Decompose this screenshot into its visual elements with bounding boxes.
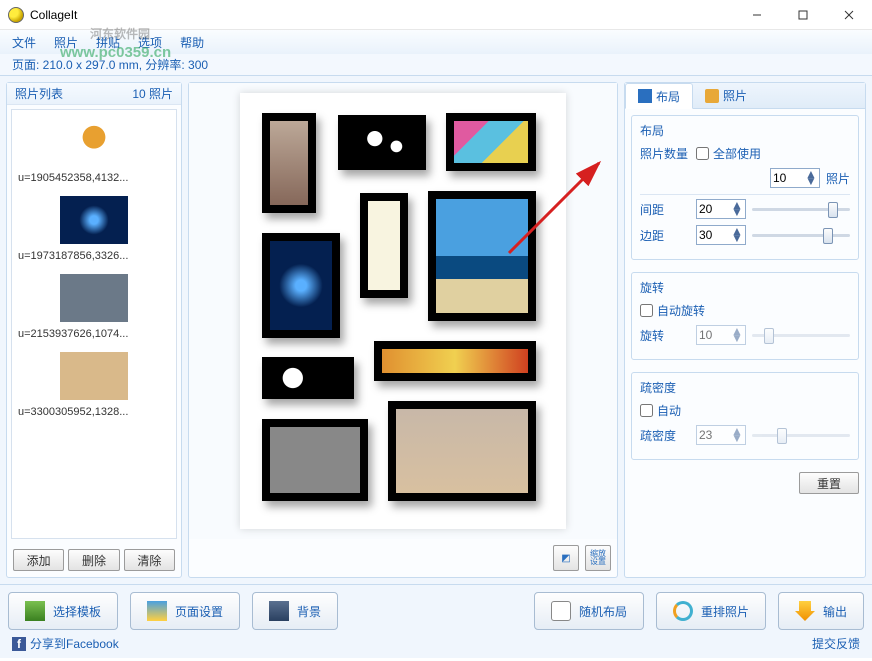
delete-button[interactable]: 删除: [68, 549, 119, 571]
rotate-input[interactable]: ▲▼: [696, 325, 746, 345]
add-button[interactable]: 添加: [13, 549, 64, 571]
menu-collage[interactable]: 拼贴: [88, 34, 128, 51]
margin-input[interactable]: ▲▼: [696, 225, 746, 245]
canvas[interactable]: [189, 83, 617, 539]
page-setup-button[interactable]: 页面设置: [130, 592, 240, 630]
canvas-panel: ◩ 缩放设置: [188, 82, 618, 578]
rearrange-button[interactable]: 重排照片: [656, 592, 766, 630]
photo-count-input[interactable]: ▲▼: [770, 168, 820, 188]
group-density: 疏密度 自动 疏密度 ▲▼: [631, 372, 859, 460]
page-info-bar: 页面: 210.0 x 297.0 mm, 分辨率: 300: [0, 54, 872, 76]
photo-count-label: 照片数量: [640, 145, 690, 162]
photos-icon: [705, 89, 719, 103]
density-input[interactable]: ▲▼: [696, 425, 746, 445]
collage-frame[interactable]: [262, 233, 340, 338]
thumbnail-image: [60, 352, 128, 400]
spacing-slider[interactable]: [752, 200, 850, 218]
collage-frame[interactable]: [262, 419, 368, 501]
menu-file[interactable]: 文件: [4, 34, 44, 51]
tab-layout[interactable]: 布局: [625, 83, 693, 109]
export-button[interactable]: 输出: [778, 592, 864, 630]
feedback-link[interactable]: 提交反馈: [812, 635, 860, 652]
close-button[interactable]: [826, 0, 872, 30]
photo-sidebar: 照片列表 10 照片 u=1905452358,4132... u=197318…: [6, 82, 182, 578]
spacing-input[interactable]: ▲▼: [696, 199, 746, 219]
facebook-icon: f: [12, 637, 26, 651]
menu-help[interactable]: 帮助: [172, 34, 212, 51]
page-icon: [147, 601, 167, 621]
margin-label: 边距: [640, 227, 690, 244]
collage-frame[interactable]: [388, 401, 536, 501]
shuffle-button[interactable]: 随机布局: [534, 592, 644, 630]
collage-frame[interactable]: [360, 193, 408, 298]
sidebar-title: 照片列表: [15, 85, 63, 102]
export-icon: [795, 601, 815, 621]
density-slider[interactable]: [752, 426, 850, 444]
app-logo-icon: [8, 7, 24, 23]
footer: 选择模板 页面设置 背景 随机布局 重排照片 输出 f分享到Facebook 提…: [0, 584, 872, 658]
thumbnail-image: [60, 196, 128, 244]
density-label: 疏密度: [640, 427, 690, 444]
collage-frame[interactable]: [262, 113, 316, 213]
margin-slider[interactable]: [752, 226, 850, 244]
crop-tool-button[interactable]: ◩: [553, 545, 579, 571]
thumbnail-image: [60, 118, 128, 166]
reset-button[interactable]: 重置: [799, 472, 859, 494]
template-button[interactable]: 选择模板: [8, 592, 118, 630]
sidebar-count: 10 照片: [132, 85, 173, 102]
layout-icon: [638, 89, 652, 103]
app-title: CollageIt: [30, 8, 77, 22]
background-icon: [269, 601, 289, 621]
template-icon: [25, 601, 45, 621]
rotate-slider[interactable]: [752, 326, 850, 344]
list-item[interactable]: u=1905452358,4132...: [12, 110, 176, 188]
auto-rotate-checkbox[interactable]: [640, 304, 653, 317]
tab-photos[interactable]: 照片: [693, 83, 759, 108]
collage-page: [240, 93, 566, 529]
use-all-checkbox[interactable]: [696, 147, 709, 160]
thumbnail-image: [60, 274, 128, 322]
collage-frame[interactable]: [338, 115, 426, 170]
menu-photo[interactable]: 照片: [46, 34, 86, 51]
dice-icon: [551, 601, 571, 621]
rotate-label: 旋转: [640, 327, 690, 344]
list-item[interactable]: u=1973187856,3326...: [12, 188, 176, 266]
thumbnail-list[interactable]: u=1905452358,4132... u=1973187856,3326..…: [11, 109, 177, 539]
title-bar: CollageIt: [0, 0, 872, 30]
auto-density-checkbox[interactable]: [640, 404, 653, 417]
background-button[interactable]: 背景: [252, 592, 338, 630]
list-item[interactable]: u=2153937626,1074...: [12, 266, 176, 344]
collage-frame[interactable]: [374, 341, 536, 381]
maximize-button[interactable]: [780, 0, 826, 30]
group-rotate: 旋转 自动旋转 旋转 ▲▼: [631, 272, 859, 360]
menu-bar: 文件 照片 拼贴 选项 帮助: [0, 30, 872, 54]
menu-options[interactable]: 选项: [130, 34, 170, 51]
refresh-icon: [673, 601, 693, 621]
clear-button[interactable]: 清除: [124, 549, 175, 571]
share-facebook-link[interactable]: f分享到Facebook: [12, 635, 119, 652]
group-layout: 布局 照片数量 全部使用 ▲▼ 照片 间距 ▲▼ 边距 ▲▼: [631, 115, 859, 260]
collage-frame[interactable]: [262, 357, 354, 399]
properties-panel: 布局 照片 布局 照片数量 全部使用 ▲▼ 照片 间距 ▲▼ 边距 ▲▼: [624, 82, 866, 578]
zoom-fit-button[interactable]: 缩放设置: [585, 545, 611, 571]
collage-frame[interactable]: [428, 191, 536, 321]
collage-frame[interactable]: [446, 113, 536, 171]
spacing-label: 间距: [640, 201, 690, 218]
list-item[interactable]: u=3300305952,1328...: [12, 344, 176, 422]
minimize-button[interactable]: [734, 0, 780, 30]
